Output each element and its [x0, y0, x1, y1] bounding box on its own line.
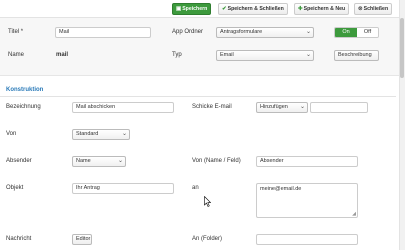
plus-icon: ✚	[298, 6, 303, 12]
save-icon: ▣	[176, 6, 182, 12]
check-icon: ✔	[222, 6, 227, 12]
chevron-down-icon: ⌄	[299, 104, 305, 110]
type-select-value: Email	[220, 52, 234, 58]
title-label: Titel *	[8, 29, 23, 35]
nachricht-label: Nachricht	[6, 236, 32, 242]
title-label-text: Titel	[8, 29, 20, 35]
description-button[interactable]: Beschreibung	[334, 50, 379, 61]
toggle-off[interactable]: Off	[357, 28, 378, 37]
von-name-input[interactable]: Absender	[256, 156, 358, 167]
app-folder-select[interactable]: Antragsformulare ⌄	[216, 27, 314, 38]
save-close-button[interactable]: ✔Speichern & Schließen	[218, 3, 288, 15]
an-textarea-value: meine@email.de	[260, 186, 302, 192]
resize-grip-icon[interactable]: ◢	[352, 212, 356, 217]
mouse-cursor-icon	[204, 196, 211, 207]
close-button-label: Schließen	[363, 6, 389, 12]
app-folder-select-value: Antragsformulare	[220, 29, 263, 35]
close-button[interactable]: ⊗Schließen	[354, 3, 393, 15]
save-new-button[interactable]: ✚Speichern & Neu	[294, 3, 350, 15]
absender-label: Absender	[6, 158, 32, 164]
save-new-button-label: Speichern & Neu	[303, 6, 346, 12]
required-marker: *	[20, 29, 24, 35]
section-title: Konstruktion	[6, 87, 44, 93]
an-folder-label: An (Folder)	[192, 236, 223, 242]
an-textarea[interactable]: meine@email.de ◢	[256, 183, 358, 218]
name-value: mail	[56, 52, 69, 58]
scrollbar[interactable]	[399, 0, 405, 250]
an-label: an	[192, 185, 199, 191]
save-button-label: Speichern	[182, 6, 208, 12]
chevron-down-icon: ⌄	[121, 131, 127, 137]
chevron-down-icon: ⌄	[305, 29, 311, 35]
close-icon: ⊗	[358, 6, 363, 12]
von-select[interactable]: Standard ⌄	[72, 129, 130, 140]
von-name-label: Von (Name / Feld)	[192, 158, 241, 164]
send-email-input[interactable]	[310, 102, 368, 113]
von-select-value: Standard	[76, 131, 99, 137]
title-input[interactable]: Mail	[55, 27, 151, 38]
editor-button[interactable]: Editor	[72, 234, 92, 245]
chevron-down-icon: ⌄	[305, 52, 311, 58]
absender-select-value: Name	[76, 158, 91, 164]
type-select[interactable]: Email ⌄	[216, 50, 314, 61]
status-toggle[interactable]: On Off	[334, 27, 379, 38]
details-panel: Titel * Mail Name mail App Ordner Antrag…	[0, 18, 405, 76]
objekt-input[interactable]: Ihr Antrag	[72, 183, 174, 194]
bezeichnung-input[interactable]: Mail abschicken	[72, 102, 174, 113]
save-close-button-label: Speichern & Schließen	[227, 6, 284, 12]
section-divider	[0, 96, 396, 97]
app-folder-label: App Ordner	[172, 29, 204, 35]
send-email-select[interactable]: Hinzufügen ⌄	[256, 102, 308, 113]
scrollbar-thumb[interactable]	[400, 18, 404, 78]
von-label: Von	[6, 131, 17, 137]
objekt-label: Objekt	[6, 185, 24, 191]
chevron-down-icon: ⌄	[117, 158, 123, 164]
send-email-label: Schicke E-mail	[192, 104, 232, 110]
save-button[interactable]: ▣Speichern	[172, 3, 212, 15]
type-label: Typ	[172, 52, 182, 58]
bezeichnung-label: Bezeichnung	[6, 104, 41, 110]
absender-select[interactable]: Name ⌄	[72, 156, 126, 167]
toggle-on[interactable]: On	[335, 28, 357, 37]
toolbar: ▣Speichern ✔Speichern & Schließen ✚Speic…	[0, 0, 405, 18]
an-folder-input[interactable]	[256, 234, 358, 245]
name-label: Name	[8, 52, 25, 58]
send-email-select-value: Hinzufügen	[260, 104, 288, 110]
